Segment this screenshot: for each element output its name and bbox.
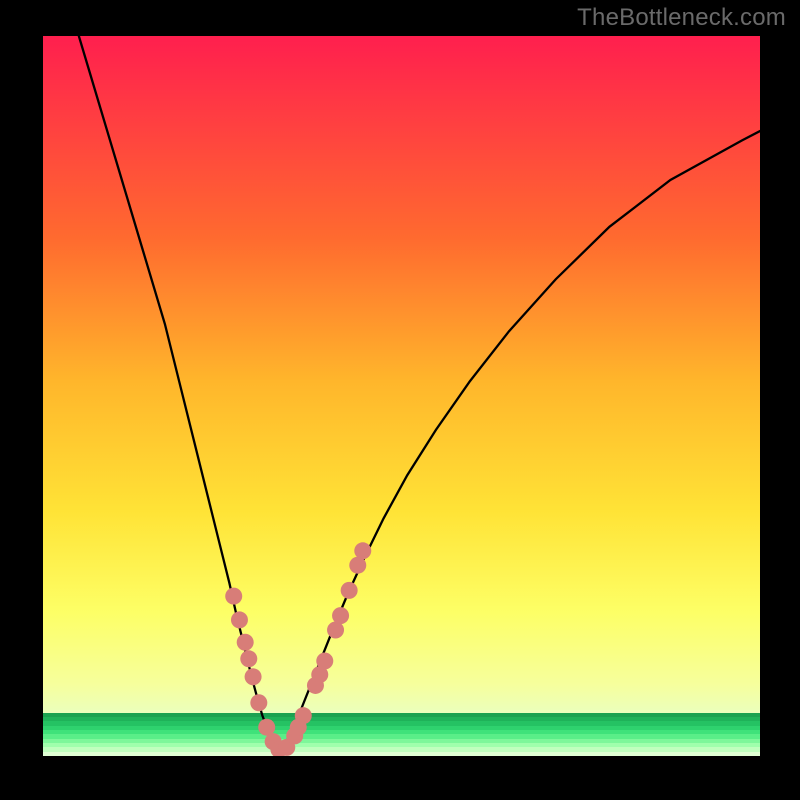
curve-right-branch bbox=[280, 131, 760, 752]
data-point bbox=[327, 622, 344, 639]
data-point bbox=[332, 607, 349, 624]
chart-lines bbox=[79, 36, 760, 752]
data-point bbox=[349, 557, 366, 574]
data-point bbox=[316, 652, 333, 669]
chart-svg bbox=[43, 36, 760, 756]
data-point bbox=[245, 668, 262, 685]
data-point bbox=[250, 694, 267, 711]
data-point bbox=[295, 707, 312, 724]
data-point bbox=[231, 611, 248, 628]
data-point bbox=[354, 542, 371, 559]
data-point bbox=[240, 650, 257, 667]
data-point bbox=[341, 582, 358, 599]
chart-dots bbox=[225, 542, 371, 756]
data-point bbox=[225, 588, 242, 605]
watermark: TheBottleneck.com bbox=[577, 4, 786, 32]
chart-plot-area bbox=[43, 36, 760, 756]
data-point bbox=[237, 634, 254, 651]
